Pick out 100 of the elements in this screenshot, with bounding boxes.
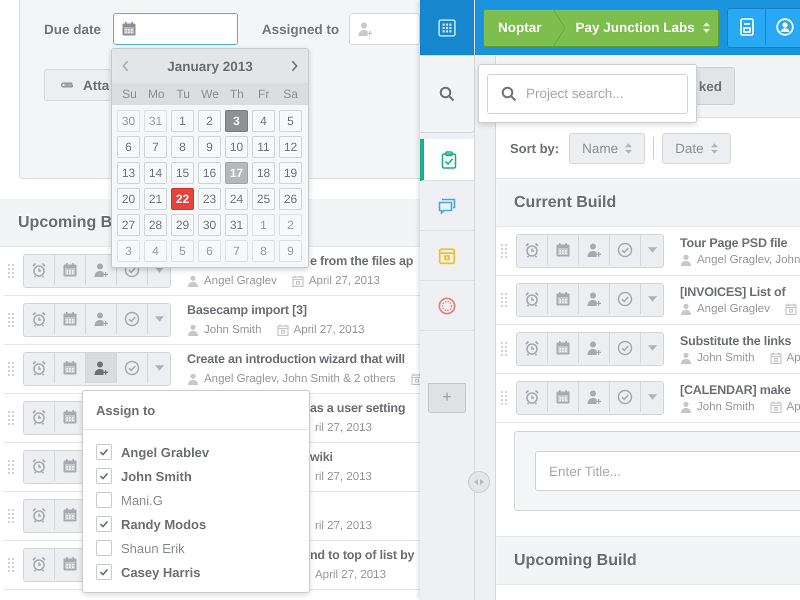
chevron-left-icon[interactable] (122, 60, 129, 72)
calendar-day[interactable]: 28 (144, 214, 167, 236)
calendar-day[interactable]: 11 (252, 136, 275, 158)
calendar-day[interactable]: 9 (279, 240, 302, 262)
calendar-day[interactable]: 6 (117, 136, 140, 158)
calendar-day[interactable]: 20 (117, 188, 140, 210)
task-title[interactable]: Tour Page PSD file (680, 236, 800, 250)
sidebar-item[interactable] (420, 139, 474, 181)
calendar-day[interactable]: 8 (171, 136, 194, 158)
assignee-names: John Smith (204, 324, 262, 336)
collapse-handle[interactable] (468, 471, 490, 493)
attach-button-partial[interactable]: Atta (44, 69, 111, 101)
person-name[interactable]: Shaun Erik (121, 540, 185, 556)
task-title[interactable]: Create an introduction wizard that will (187, 352, 405, 369)
calendar-day[interactable]: 25 (252, 188, 275, 210)
calendar-day[interactable]: 31 (144, 110, 167, 132)
project-search-field[interactable]: Project search... (487, 74, 688, 114)
person-name[interactable]: Randy Modos (121, 516, 206, 532)
calendar-day[interactable]: 3 (225, 110, 248, 132)
calendar-day[interactable]: 4 (252, 110, 275, 132)
section-title: Upcoming B (18, 214, 112, 232)
calendar-day[interactable]: 2 (198, 110, 221, 132)
drag-handle-icon[interactable] (501, 342, 507, 356)
drag-handle-icon[interactable] (501, 391, 507, 405)
calendar-day[interactable]: 5 (279, 110, 302, 132)
assignee-field[interactable] (349, 13, 420, 45)
calendar-day[interactable]: 1 (252, 214, 275, 236)
check-circle-icon (617, 389, 633, 405)
calendar-day[interactable]: 9 (198, 136, 221, 158)
checkbox[interactable] (96, 492, 112, 508)
person-icon (680, 254, 692, 266)
calendar-day[interactable]: 13 (117, 162, 140, 184)
task-title[interactable]: e from the files ap (310, 254, 414, 271)
drag-handle-icon[interactable] (8, 558, 14, 572)
checkbox[interactable] (96, 444, 112, 460)
calendar-day[interactable]: 4 (144, 240, 167, 262)
calendar-day[interactable]: 26 (279, 188, 302, 210)
project-selector[interactable]: Pay Junction Labs (566, 20, 710, 35)
checkbox[interactable] (96, 564, 112, 580)
calendar-day[interactable]: 15 (171, 162, 194, 184)
apps-button[interactable] (420, 0, 474, 55)
calendar-day[interactable]: 14 (144, 162, 167, 184)
due-date-field[interactable] (113, 13, 238, 45)
person-name[interactable]: Mani.G (121, 492, 163, 508)
task-title[interactable]: Basecamp import [3] (187, 303, 307, 320)
assigned-to-label: Assigned to (262, 22, 340, 36)
due-date: Ap (786, 352, 800, 364)
checkmark-icon (99, 448, 109, 456)
calendar-day[interactable]: 29 (171, 214, 194, 236)
person-name[interactable]: Angel Grablev (121, 444, 210, 460)
drag-handle-icon[interactable] (8, 460, 14, 474)
search-icon (439, 86, 455, 102)
calendar-day[interactable]: 10 (225, 136, 248, 158)
weekday-label: We (200, 87, 220, 101)
calendar-day[interactable]: 12 (279, 136, 302, 158)
drag-handle-icon[interactable] (8, 313, 14, 327)
drag-handle-icon[interactable] (8, 411, 14, 425)
organization-link[interactable]: Noptar (484, 20, 552, 35)
checkbox[interactable] (96, 516, 112, 532)
task-title[interactable]: Substitute the links (680, 334, 800, 348)
person-name[interactable]: Casey Harris (121, 564, 200, 580)
calendar-day[interactable]: 22 (171, 188, 194, 210)
calendar-day[interactable]: 6 (198, 240, 221, 262)
title-input[interactable]: Enter Title... (535, 451, 800, 491)
task-title[interactable]: wiki (310, 450, 333, 467)
drag-handle-icon[interactable] (501, 293, 507, 307)
drag-handle-icon[interactable] (8, 509, 14, 523)
calendar-day[interactable]: 30 (117, 110, 140, 132)
calendar-day[interactable]: 18 (252, 162, 275, 184)
calendar-day[interactable]: 21 (144, 188, 167, 210)
calendar-day[interactable]: 8 (252, 240, 275, 262)
sidebar-item[interactable] (420, 55, 475, 133)
checkbox[interactable] (96, 468, 112, 484)
chevron-right-icon[interactable] (291, 60, 298, 72)
sort-button[interactable]: Date (662, 132, 731, 164)
calendar-day[interactable]: 30 (198, 214, 221, 236)
calendar-day[interactable]: 5 (171, 240, 194, 262)
calendar-day[interactable]: 31 (225, 214, 248, 236)
calendar-day[interactable]: 16 (198, 162, 221, 184)
calendar-day[interactable]: 19 (279, 162, 302, 184)
calendar-day[interactable]: 2 (279, 214, 302, 236)
task-title[interactable]: as a user setting (310, 401, 406, 418)
calendar-day[interactable]: 7 (225, 240, 248, 262)
calendar-day[interactable]: 7 (144, 136, 167, 158)
sort-button[interactable]: Name (569, 132, 646, 164)
calendar-day[interactable]: 27 (117, 214, 140, 236)
assign-button[interactable] (86, 353, 117, 383)
calendar-day[interactable]: 3 (117, 240, 140, 262)
drag-handle-icon[interactable] (8, 264, 14, 278)
drag-handle-icon[interactable] (501, 244, 507, 258)
calendar-day[interactable]: 24 (225, 188, 248, 210)
task-title[interactable]: [INVOICES] List of (680, 284, 797, 298)
document-icon (738, 18, 756, 36)
drag-handle-icon[interactable] (8, 362, 14, 376)
calendar-day[interactable]: 23 (198, 188, 221, 210)
task-title[interactable]: nd to top of list by (310, 548, 414, 565)
task-title[interactable]: [CALENDAR] make (680, 382, 800, 396)
calendar-day[interactable]: 1 (171, 110, 194, 132)
person-name[interactable]: John Smith (121, 468, 192, 484)
checkbox[interactable] (96, 540, 112, 556)
